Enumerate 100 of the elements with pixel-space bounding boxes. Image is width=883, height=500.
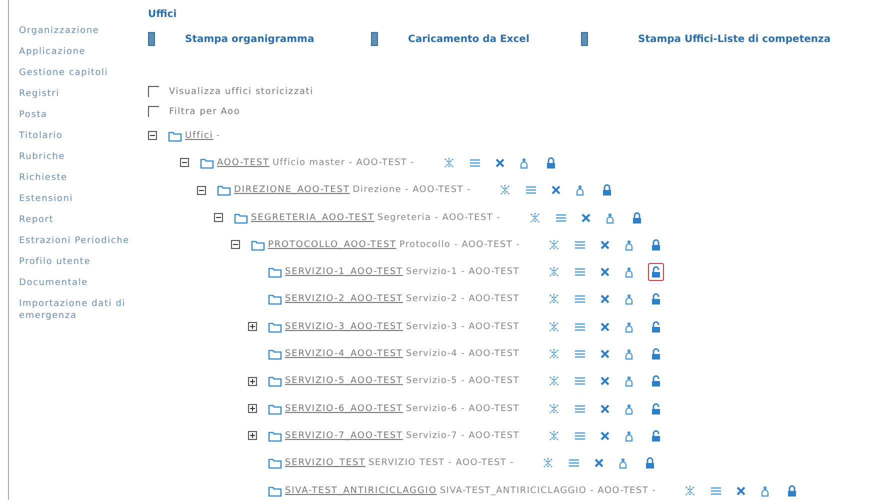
folder-icon: [251, 238, 265, 251]
asterisk-icon[interactable]: [548, 348, 560, 360]
person-icon[interactable]: [618, 457, 628, 470]
delete-icon[interactable]: [580, 212, 591, 223]
delete-icon[interactable]: [600, 322, 610, 332]
person-icon[interactable]: [574, 184, 585, 196]
folder-icon: [268, 402, 282, 415]
delete-icon[interactable]: [736, 486, 746, 496]
list-icon[interactable]: [524, 184, 537, 196]
list-icon[interactable]: [574, 402, 586, 415]
asterisk-icon[interactable]: [548, 293, 560, 306]
person-icon[interactable]: [624, 293, 634, 306]
sidebar-item[interactable]: Estrazioni Periodiche: [9, 235, 141, 247]
delete-icon[interactable]: [600, 404, 610, 414]
sidebar-item[interactable]: Documentale: [9, 277, 141, 289]
sidebar-item[interactable]: Applicazione: [9, 46, 141, 58]
list-icon[interactable]: [568, 457, 580, 470]
asterisk-icon[interactable]: [548, 238, 560, 251]
sidebar-item[interactable]: Importazione dati di emergenza: [9, 298, 141, 322]
sidebar-item[interactable]: Organizzazione: [9, 25, 141, 37]
person-icon[interactable]: [760, 484, 770, 496]
person-icon[interactable]: [624, 348, 634, 360]
sidebar-item[interactable]: Richieste: [9, 172, 141, 184]
sidebar-item[interactable]: Gestione capitoli: [9, 67, 141, 79]
asterisk-icon[interactable]: [498, 184, 511, 196]
office-link[interactable]: AOO-TEST: [217, 158, 270, 168]
asterisk-icon[interactable]: [548, 320, 560, 333]
person-icon[interactable]: [624, 375, 634, 388]
person-icon[interactable]: [624, 238, 634, 251]
delete-icon[interactable]: [600, 267, 610, 278]
list-icon[interactable]: [710, 484, 722, 496]
person-icon[interactable]: [624, 320, 634, 333]
toolbar-link[interactable]: Stampa Uffici-Liste di competenza: [638, 34, 831, 44]
asterisk-icon[interactable]: [548, 402, 560, 415]
sidebar-item[interactable]: Titolario: [9, 130, 141, 142]
list-icon[interactable]: [574, 238, 586, 251]
expand-icon[interactable]: [248, 404, 257, 414]
asterisk-icon[interactable]: [548, 266, 560, 278]
checkbox[interactable]: [148, 86, 159, 97]
asterisk-icon[interactable]: [442, 156, 455, 169]
delete-icon[interactable]: [494, 158, 505, 168]
checkbox[interactable]: [148, 106, 159, 117]
person-icon[interactable]: [518, 156, 529, 169]
office-link[interactable]: SERVIZIO-2_AOO-TEST: [285, 294, 403, 304]
list-icon[interactable]: [574, 348, 586, 360]
asterisk-icon[interactable]: [548, 430, 560, 442]
person-icon[interactable]: [624, 430, 634, 442]
expand-icon[interactable]: [248, 376, 257, 386]
collapse-icon[interactable]: [197, 186, 206, 195]
office-link[interactable]: DIREZIONE_AOO-TEST: [234, 185, 350, 196]
delete-icon[interactable]: [600, 294, 610, 304]
office-link[interactable]: SERVIZIO-5_AOO-TEST: [285, 376, 403, 386]
office-link[interactable]: SIVA-TEST_ANTIRICICLAGGIO: [285, 486, 437, 496]
office-link[interactable]: PROTOCOLLO_AOO-TEST: [268, 240, 396, 250]
delete-icon[interactable]: [600, 376, 610, 386]
toolbar-link[interactable]: Stampa organigramma: [185, 34, 314, 44]
expand-icon[interactable]: [248, 322, 257, 332]
delete-icon[interactable]: [600, 430, 610, 441]
collapse-icon[interactable]: [180, 158, 189, 168]
collapse-icon[interactable]: [214, 213, 223, 222]
toolbar-link[interactable]: Caricamento da Excel: [408, 34, 530, 44]
expand-icon[interactable]: [248, 431, 257, 440]
sidebar-item[interactable]: Report: [9, 214, 141, 226]
asterisk-icon[interactable]: [548, 375, 560, 388]
collapse-icon[interactable]: [148, 131, 157, 140]
asterisk-icon[interactable]: [528, 212, 541, 224]
list-icon[interactable]: [574, 266, 586, 278]
list-icon[interactable]: [574, 375, 586, 388]
sidebar-item[interactable]: Profilo utente: [9, 256, 141, 268]
office-link[interactable]: SERVIZIO-1_AOO-TEST: [285, 267, 403, 278]
office-link[interactable]: SERVIZIO-6_AOO-TEST: [285, 404, 403, 414]
office-link[interactable]: SERVIZIO-3_AOO-TEST: [285, 322, 403, 332]
person-icon[interactable]: [604, 212, 615, 224]
person-icon[interactable]: [624, 266, 634, 278]
delete-icon[interactable]: [550, 185, 561, 196]
office-link[interactable]: SERVIZIO_TEST: [285, 458, 366, 468]
sidebar-item[interactable]: Estensioni: [9, 193, 141, 205]
delete-icon[interactable]: [594, 458, 604, 468]
sidebar-item[interactable]: Posta: [9, 109, 141, 121]
delete-icon[interactable]: [600, 240, 610, 250]
office-link[interactable]: Uffici: [185, 130, 214, 141]
list-icon[interactable]: [468, 156, 481, 169]
list-icon[interactable]: [574, 320, 586, 333]
office-link[interactable]: SERVIZIO-7_AOO-TEST: [285, 430, 403, 441]
asterisk-icon[interactable]: [684, 484, 696, 496]
asterisk-icon[interactable]: [542, 457, 554, 470]
office-link[interactable]: SERVIZIO-4_AOO-TEST: [285, 349, 403, 360]
office-link[interactable]: SEGRETERIA_AOO-TEST: [251, 212, 374, 223]
list-icon[interactable]: [554, 212, 567, 224]
collapse-icon[interactable]: [231, 240, 240, 250]
lock-icon[interactable]: [648, 263, 664, 282]
sidebar-item[interactable]: Rubriche: [9, 151, 141, 163]
delete-icon[interactable]: [600, 349, 610, 360]
list-icon[interactable]: [574, 430, 586, 442]
person-icon[interactable]: [624, 402, 634, 415]
folder-icon: [234, 212, 248, 224]
page-title: Uffici: [148, 9, 178, 20]
office-description: SIVA-TEST_ANTIRICICLAGGIO - AOO-TEST -: [440, 486, 656, 496]
list-icon[interactable]: [574, 293, 586, 306]
sidebar-item[interactable]: Registri: [9, 88, 141, 100]
